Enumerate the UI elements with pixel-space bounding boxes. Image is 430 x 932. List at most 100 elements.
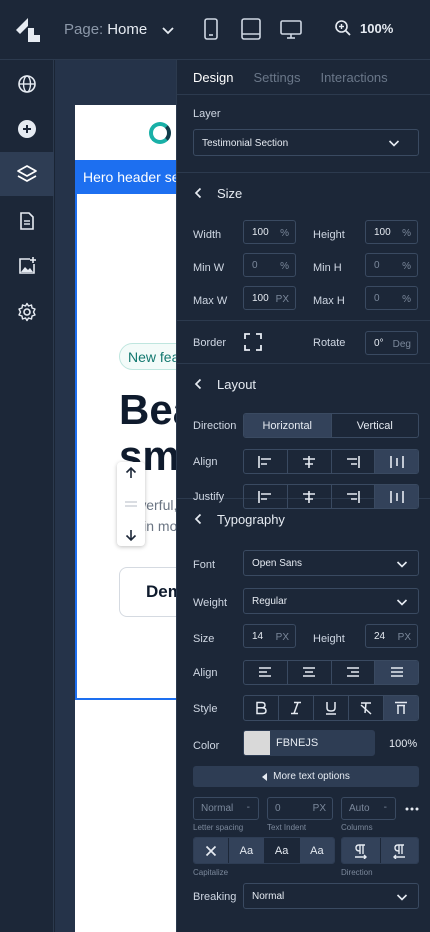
zoom-in-icon	[335, 20, 351, 36]
color-opacity[interactable]: 100%	[389, 738, 417, 750]
document-icon	[20, 212, 34, 230]
more-text-options-label: More text options	[273, 771, 350, 782]
text-align-left-button[interactable]	[244, 661, 287, 684]
font-label: Font	[193, 559, 216, 571]
layer-value: Testimonial Section	[202, 138, 289, 149]
feature-pill[interactable]: New feature	[119, 343, 176, 370]
properties-panel: Design Settings Interactions Layer Testi…	[176, 60, 430, 932]
direction-rtl-button[interactable]	[379, 838, 418, 863]
mobile-device-icon[interactable]	[198, 16, 224, 42]
italic-button[interactable]	[278, 696, 313, 720]
bold-icon	[256, 701, 267, 715]
minw-input[interactable]: 0%	[243, 253, 296, 277]
rail-layers[interactable]	[0, 152, 54, 196]
text-align-justify-icon	[390, 666, 403, 677]
height-value: 100	[374, 227, 391, 238]
size-header[interactable]: Size	[177, 173, 430, 213]
clear-format-button[interactable]	[348, 696, 383, 720]
text-align-center-button[interactable]	[286, 661, 331, 684]
drag-handle-icon[interactable]	[124, 499, 138, 509]
align-start-button[interactable]	[244, 450, 287, 473]
tab-design[interactable]: Design	[193, 70, 233, 94]
maxw-value: 100	[252, 293, 269, 304]
design-canvas[interactable]: Hero header section New feature Beautifu…	[55, 60, 176, 932]
more-horizontal-icon[interactable]	[405, 806, 419, 812]
arrow-up-icon[interactable]	[124, 466, 138, 480]
demo-button[interactable]: Demo	[119, 567, 176, 617]
layer-select[interactable]: Testimonial Section	[193, 129, 419, 156]
zoom-level: 100%	[360, 20, 394, 36]
tablet-device-icon[interactable]	[238, 16, 264, 42]
capitalize-lower-button[interactable]: Aa	[263, 838, 299, 863]
capitalize-title-button[interactable]: Aa	[228, 838, 264, 863]
font-select[interactable]: Open Sans	[243, 550, 419, 576]
line-height-input[interactable]: 24 PX	[365, 624, 418, 648]
letter-spacing-input[interactable]: Normal -	[193, 797, 259, 820]
maxh-input[interactable]: 0%	[365, 286, 418, 310]
weight-select[interactable]: Regular	[243, 588, 419, 614]
maxw-input[interactable]: 100 PX	[243, 286, 296, 310]
text-align-right-button[interactable]	[330, 661, 375, 684]
text-indent-input[interactable]: 0 PX	[267, 797, 333, 820]
height-input[interactable]: 100%	[365, 220, 418, 244]
capitalize-buttons: Aa Aa Aa	[193, 837, 335, 864]
color-label: Color	[193, 740, 220, 752]
more-text-options-button[interactable]: More text options	[193, 766, 419, 787]
columns-input[interactable]: Auto -	[341, 797, 396, 820]
rail-pages[interactable]	[0, 199, 54, 243]
capitalize-none-button[interactable]	[194, 838, 229, 863]
text-align-justify-button[interactable]	[374, 661, 418, 684]
color-input[interactable]: FBNEJS	[243, 730, 375, 756]
desktop-device-icon[interactable]	[278, 16, 304, 42]
minh-input[interactable]: 0%	[365, 253, 418, 277]
page-selector[interactable]: Page: Home	[64, 21, 175, 38]
border-frame-icon[interactable]	[243, 332, 263, 352]
breaking-select[interactable]: Normal	[243, 883, 419, 909]
line-height-value: 24	[374, 631, 386, 642]
chevron-down-icon	[396, 561, 408, 568]
reorder-controls	[117, 462, 145, 546]
gear-icon	[18, 302, 36, 322]
breaking-value: Normal	[252, 891, 285, 902]
underline-button[interactable]	[313, 696, 348, 720]
width-value: 100	[252, 227, 269, 238]
align-end-button[interactable]	[330, 450, 375, 473]
chevron-down-icon	[396, 894, 408, 901]
text-indent-label: Text Indent	[267, 823, 307, 832]
direction-horizontal[interactable]: Horizontal	[244, 414, 331, 437]
text-direction-label: Direction	[341, 868, 373, 877]
align-stretch-button[interactable]	[374, 450, 418, 473]
minh-label: Min H	[313, 262, 342, 274]
tab-interactions[interactable]: Interactions	[320, 70, 387, 94]
rail-media[interactable]	[0, 244, 54, 288]
breaking-label: Breaking	[193, 891, 237, 903]
width-input[interactable]: 100%	[243, 220, 296, 244]
align-center-button[interactable]	[286, 450, 331, 473]
style-buttons	[243, 695, 419, 721]
direction-label: Direction	[193, 420, 237, 432]
selected-layer-tag[interactable]: Hero header section	[75, 160, 176, 194]
zoom-control[interactable]: 100%	[334, 19, 393, 37]
app-logo-icon[interactable]	[14, 16, 42, 44]
typography-title: Typography	[217, 511, 285, 527]
page-prefix: Page:	[64, 21, 104, 38]
layer-section: Layer Testimonial Section	[177, 95, 430, 173]
layout-header[interactable]: Layout	[177, 364, 430, 404]
capitalize-upper-button[interactable]: Aa	[298, 838, 334, 863]
arrow-down-icon[interactable]	[124, 528, 138, 542]
rail-settings[interactable]	[0, 290, 54, 334]
rail-add[interactable]	[0, 107, 54, 151]
typography-header[interactable]: Typography	[177, 499, 430, 539]
text-align-buttons	[243, 660, 419, 685]
rotate-input[interactable]: 0° Deg	[365, 331, 418, 355]
overline-button[interactable]	[383, 696, 418, 720]
panel-tabs: Design Settings Interactions	[177, 60, 430, 95]
rail-globe[interactable]	[0, 62, 54, 106]
direction-vertical[interactable]: Vertical	[330, 414, 419, 437]
color-swatch[interactable]	[244, 731, 270, 755]
maxw-unit: PX	[275, 294, 289, 305]
direction-ltr-button[interactable]	[342, 838, 380, 863]
bold-button[interactable]	[244, 696, 278, 720]
font-size-input[interactable]: 14 PX	[243, 624, 296, 648]
tab-settings[interactable]: Settings	[253, 70, 300, 94]
